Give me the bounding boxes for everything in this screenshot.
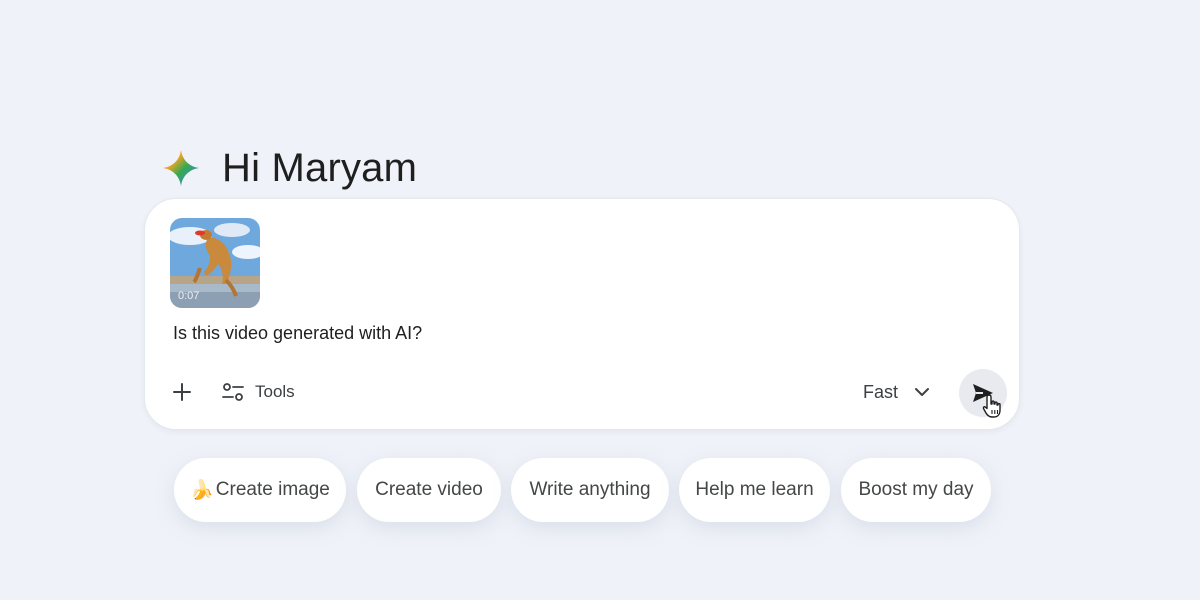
suggestion-create-video[interactable]: Create video (357, 458, 501, 522)
model-mode-selector[interactable]: Fast (863, 375, 930, 409)
greeting-header: Hi Maryam (162, 138, 417, 198)
suggestion-help-me-learn[interactable]: Help me learn (679, 458, 830, 522)
chip-label: Create image (215, 479, 330, 500)
gemini-spark-icon (162, 149, 200, 187)
suggestion-chips: 🍌 Create image Create video Write anythi… (0, 458, 1200, 522)
tools-sliders-icon (222, 383, 244, 401)
hand-pointer-icon (981, 393, 1005, 419)
chevron-down-icon (915, 388, 930, 396)
suggestion-boost-my-day[interactable]: Boost my day (841, 458, 991, 522)
add-attachment-button[interactable] (167, 377, 197, 407)
chip-label: Boost my day (858, 479, 974, 500)
prompt-input[interactable]: Is this video generated with AI? (173, 323, 422, 344)
suggestion-create-image[interactable]: 🍌 Create image (174, 458, 346, 522)
greeting-title: Hi Maryam (222, 145, 418, 190)
prompt-composer: 0:07 Is this video generated with AI? To… (144, 198, 1020, 430)
tools-label: Tools (255, 382, 295, 401)
plus-icon (173, 383, 191, 401)
video-attachment-thumbnail[interactable]: 0:07 (170, 218, 260, 308)
chip-label: Create video (375, 479, 483, 500)
chip-label: Write anything (529, 479, 651, 500)
video-duration: 0:07 (178, 290, 200, 302)
mode-label: Fast (863, 381, 899, 402)
banana-icon: 🍌 (190, 480, 214, 501)
chip-label: Help me learn (695, 479, 814, 500)
tools-button[interactable]: Tools (221, 375, 295, 409)
suggestion-write-anything[interactable]: Write anything (511, 458, 669, 522)
